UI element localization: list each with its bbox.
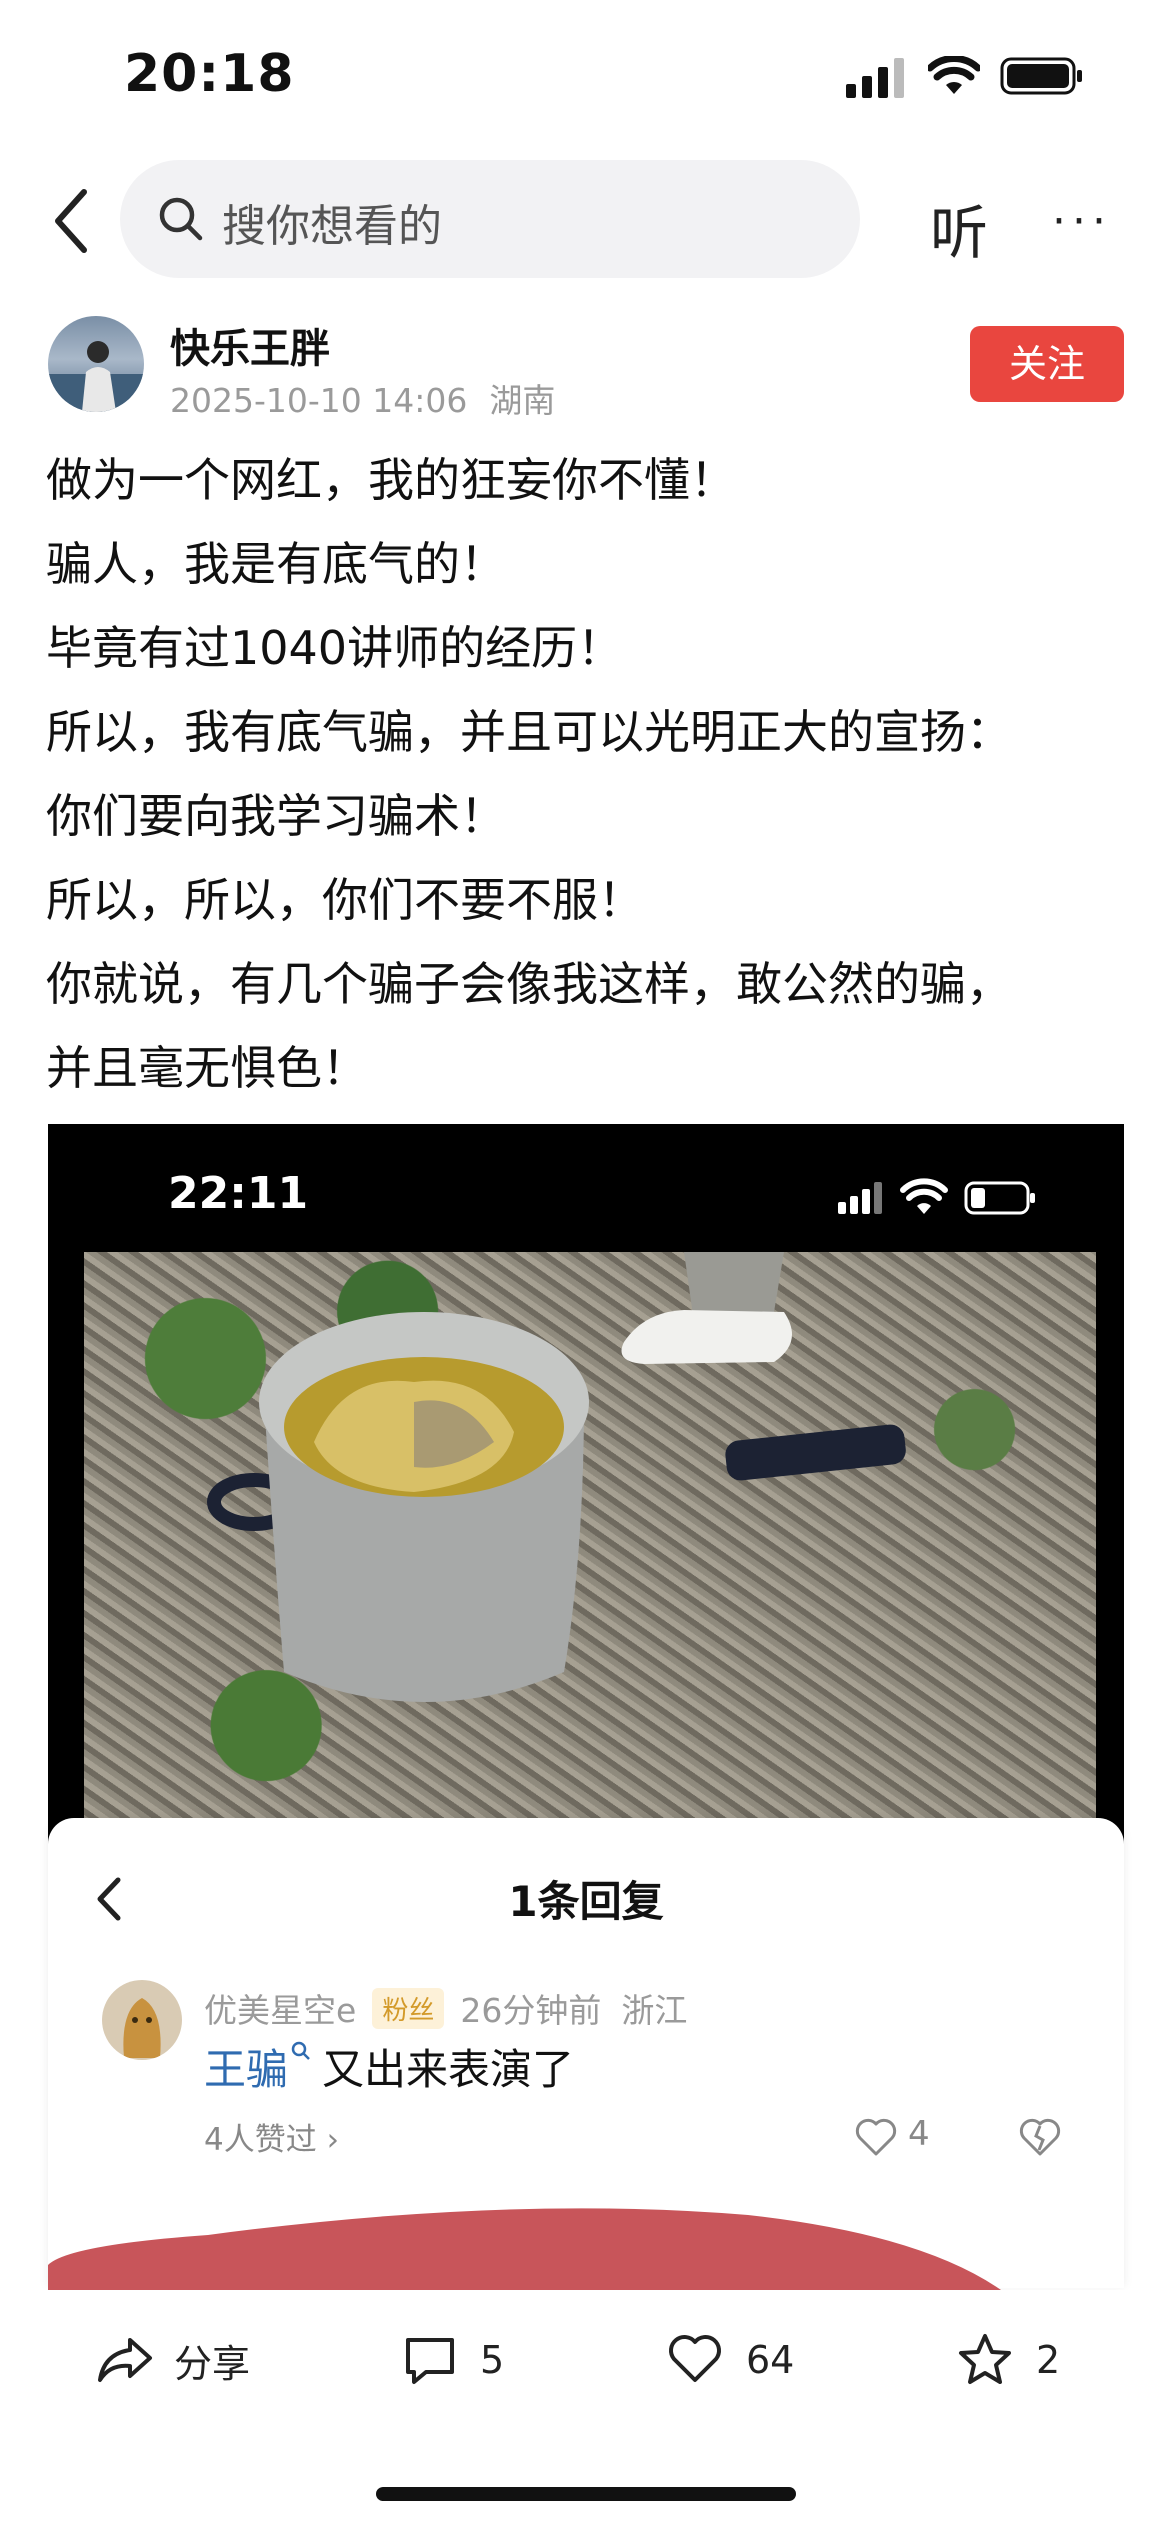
pot-photo xyxy=(84,1252,1096,1844)
post-line: 骗人，我是有底气的！ xyxy=(46,537,506,591)
wifi-icon xyxy=(928,56,980,94)
follow-button[interactable]: 关注 xyxy=(970,326,1124,402)
embedded-status-icons xyxy=(838,1178,1035,1215)
bread-avatar-icon xyxy=(123,1998,161,2058)
comment-meta: 优美星空e 粉丝 26分钟前 浙江 xyxy=(204,1984,687,2032)
like-button[interactable]: 64 xyxy=(666,2330,794,2390)
comment-location: 浙江 xyxy=(621,1991,688,2030)
embedded-time: 22:11 xyxy=(168,1168,309,1219)
favorite-button[interactable]: 2 xyxy=(956,2330,1060,2390)
share-icon xyxy=(98,2338,152,2382)
post-image[interactable]: 22:11 xyxy=(48,1124,1124,1844)
signal-icon xyxy=(846,58,904,98)
comment-like-count: 4 xyxy=(908,2114,930,2154)
search-mini-icon xyxy=(291,2041,310,2060)
pressure-cooker-icon xyxy=(207,1252,906,1702)
red-annotation-stroke xyxy=(48,2208,1008,2295)
person-icon xyxy=(48,341,144,412)
post-line: 你们要向我学习骗术！ xyxy=(46,789,506,843)
search-icon xyxy=(159,197,203,241)
likes-summary[interactable]: 4人赞过 › xyxy=(204,2114,339,2159)
back-icon[interactable] xyxy=(48,186,98,256)
heart-icon[interactable] xyxy=(854,2118,898,2158)
post-body: 做为一个网红，我的狂妄你不懂！ 骗人，我是有底气的！ 毕竟有过1040讲师的经历… xyxy=(46,438,1136,1110)
more-button[interactable]: ··· xyxy=(1052,196,1112,247)
mention-link[interactable]: 王骗 xyxy=(204,2045,288,2094)
post-line: 并且毫无惧色！ xyxy=(46,1041,368,1095)
post-meta: 2025-10-10 14:06 湖南 xyxy=(170,374,577,422)
post-date: 2025-10-10 14:06 xyxy=(170,381,468,420)
author-name[interactable]: 快乐王胖 xyxy=(170,316,330,374)
post-location: 湖南 xyxy=(489,381,556,420)
post-line: 你就说，有几个骗子会像我这样，敢公然的骗， xyxy=(46,957,1012,1011)
comment-time: 26分钟前 xyxy=(460,1991,602,2030)
commenter-name[interactable]: 优美星空e xyxy=(204,1991,356,2030)
search-input[interactable]: 搜你想看的 xyxy=(120,160,860,278)
star-icon xyxy=(959,2334,1011,2384)
author-avatar[interactable] xyxy=(48,316,144,412)
bottom-action-bar: 分享 5 64 2 xyxy=(0,2290,1170,2430)
home-indicator[interactable] xyxy=(376,2487,796,2501)
post-line: 做为一个网红，我的狂妄你不懂！ xyxy=(46,453,736,507)
fan-badge: 粉丝 xyxy=(372,1988,445,2029)
listen-button[interactable]: 听 xyxy=(930,186,988,270)
post-line: 所以，我有底气骗，并且可以光明正大的宣扬： xyxy=(46,705,1012,759)
broken-heart-icon[interactable] xyxy=(1018,2118,1062,2158)
post-line: 所以，所以，你们不要不服！ xyxy=(46,873,644,927)
share-button[interactable]: 分享 xyxy=(96,2330,250,2390)
favorite-count: 2 xyxy=(1036,2338,1061,2382)
search-placeholder: 搜你想看的 xyxy=(222,201,442,252)
panel-title: 1条回复 xyxy=(508,1877,664,1926)
comment-body: 又出来表演了 xyxy=(322,2045,575,2094)
commenter-avatar[interactable] xyxy=(102,1980,182,2060)
share-label: 分享 xyxy=(174,2341,251,2386)
like-count: 64 xyxy=(746,2338,795,2382)
comment-icon xyxy=(406,2338,454,2384)
post-line: 毕竟有过1040讲师的经历！ xyxy=(46,621,624,675)
like-heart-icon xyxy=(669,2335,721,2382)
status-time: 20:18 xyxy=(124,44,295,104)
comment-button[interactable]: 5 xyxy=(402,2330,504,2390)
comment-count: 5 xyxy=(480,2338,505,2382)
comment-text: 王骗 又出来表演了 xyxy=(204,2036,574,2097)
battery-icon xyxy=(1000,57,1082,95)
